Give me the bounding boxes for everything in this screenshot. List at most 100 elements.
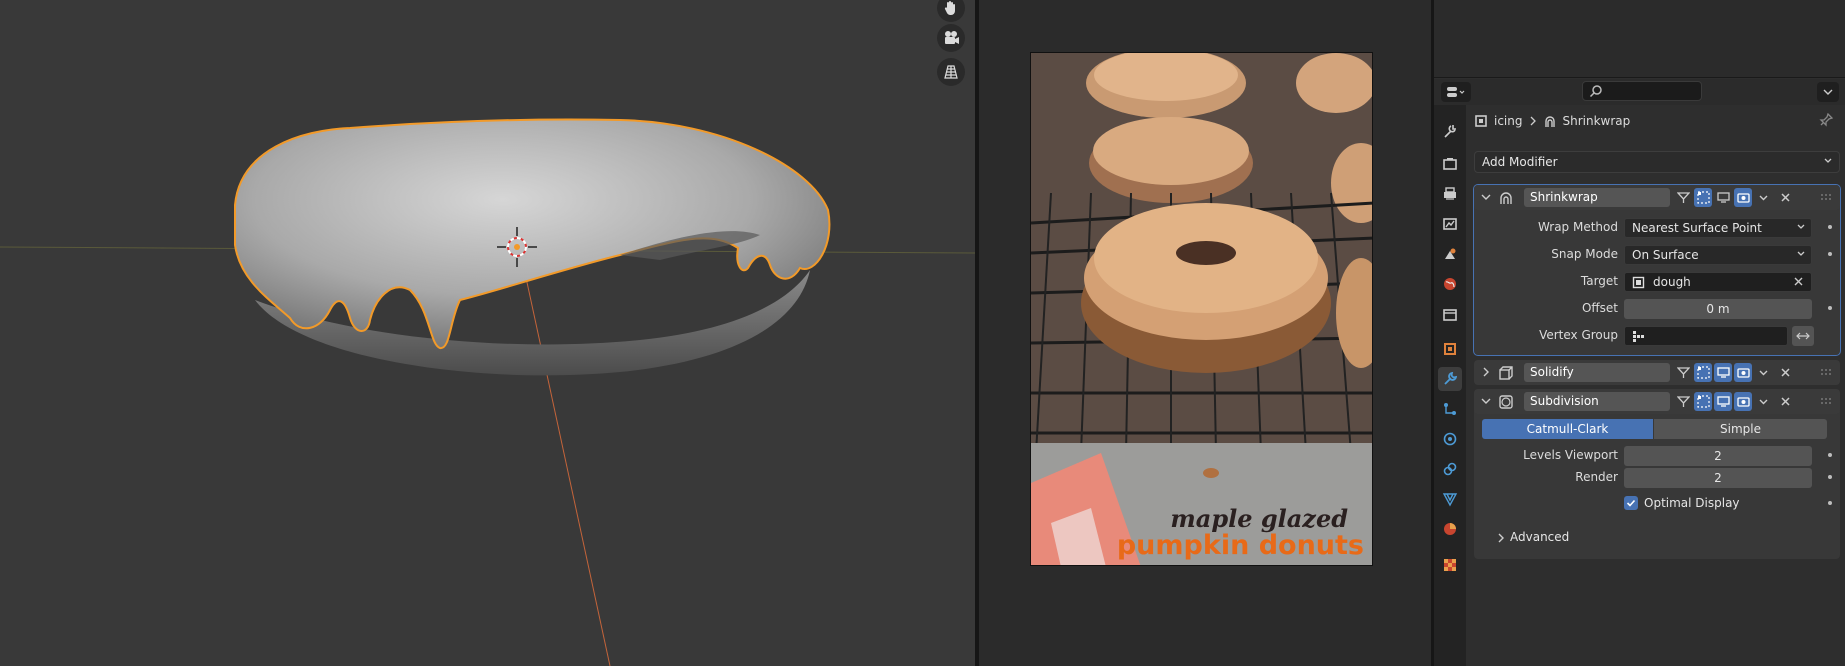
viewport-toggle[interactable] xyxy=(1714,188,1732,207)
constraints-icon[interactable] xyxy=(1438,457,1462,481)
filter-icon xyxy=(1676,367,1690,378)
keyframe-dot[interactable] xyxy=(1828,501,1832,505)
physics-icon[interactable] xyxy=(1438,427,1462,451)
simple-option[interactable]: Simple xyxy=(1654,419,1827,439)
edit-cage-toggle[interactable] xyxy=(1674,392,1692,411)
keyframe-dot[interactable] xyxy=(1828,475,1832,479)
keyframe-dot[interactable] xyxy=(1828,252,1832,256)
wrap-method-dropdown[interactable]: Nearest Surface Point xyxy=(1624,218,1812,238)
modifier-icon[interactable] xyxy=(1438,367,1462,391)
invert-vertex-group-button[interactable] xyxy=(1792,326,1814,346)
keyframe-dot[interactable] xyxy=(1828,453,1832,457)
arrows-left-right-icon xyxy=(1796,332,1810,340)
optimal-display-row: Optimal Display xyxy=(1474,493,1840,515)
remove-modifier-button[interactable] xyxy=(1776,363,1794,382)
viewport-toggle[interactable] xyxy=(1714,363,1732,382)
chevron-right-icon[interactable] xyxy=(1480,366,1492,378)
chevron-down-icon xyxy=(1759,370,1767,376)
render-toggle[interactable] xyxy=(1734,188,1752,207)
remove-modifier-button[interactable] xyxy=(1776,188,1794,207)
properties-editor[interactable]: icing Shrinkwrap Add Modifier Shrinkwrap xyxy=(1434,0,1845,666)
snap-mode-dropdown[interactable]: On Surface xyxy=(1624,245,1812,265)
properties-main: icing Shrinkwrap Add Modifier Shrinkwrap xyxy=(1470,105,1845,666)
viewport-toggle[interactable] xyxy=(1714,392,1732,411)
keyframe-dot[interactable] xyxy=(1828,225,1832,229)
data-icon[interactable] xyxy=(1438,487,1462,511)
filter-icon xyxy=(1676,192,1690,203)
breadcrumb-object: icing xyxy=(1494,114,1523,128)
keyframe-dot[interactable] xyxy=(1828,306,1832,310)
chevron-down-icon[interactable] xyxy=(1480,191,1492,203)
snap-mode-row: Snap Mode On Surface xyxy=(1474,244,1840,266)
remove-modifier-button[interactable] xyxy=(1776,392,1794,411)
editor-type-icon xyxy=(1447,87,1465,97)
edit-mode-icon xyxy=(1696,191,1710,204)
drag-handle-icon[interactable] xyxy=(1820,368,1832,378)
optimal-display-checkbox[interactable] xyxy=(1624,496,1638,510)
subdivision-name-field[interactable]: Subdivision xyxy=(1524,392,1670,411)
modifier-options-dropdown[interactable] xyxy=(1754,392,1772,411)
object-icon[interactable] xyxy=(1438,337,1462,361)
chevron-down-icon xyxy=(1759,399,1767,405)
texture-icon[interactable] xyxy=(1438,553,1462,577)
clear-icon[interactable] xyxy=(1793,276,1804,287)
edit-mode-toggle[interactable] xyxy=(1694,188,1712,207)
view-layer-icon[interactable] xyxy=(1438,212,1462,236)
edit-mode-toggle[interactable] xyxy=(1694,363,1712,382)
target-object-field[interactable]: dough xyxy=(1624,272,1812,292)
camera-view-icon[interactable] xyxy=(937,24,965,52)
particles-icon[interactable] xyxy=(1438,397,1462,421)
drag-handle-icon[interactable] xyxy=(1820,397,1832,407)
target-value: dough xyxy=(1653,275,1691,289)
subdivision-mode-row: Catmull-Clark Simple xyxy=(1474,419,1840,441)
shrinkwrap-name-field[interactable]: Shrinkwrap xyxy=(1524,188,1670,207)
properties-empty-area xyxy=(1434,0,1845,78)
reference-caption-line1: maple glazed xyxy=(1170,504,1348,533)
edit-cage-toggle[interactable] xyxy=(1674,363,1692,382)
render-toggle[interactable] xyxy=(1734,392,1752,411)
output-icon[interactable] xyxy=(1438,182,1462,206)
editor-type-button[interactable] xyxy=(1441,82,1471,102)
vertex-group-row: Vertex Group xyxy=(1474,325,1840,347)
camera-icon xyxy=(1736,397,1750,407)
chevron-down-icon xyxy=(1797,224,1805,229)
render-levels-field[interactable]: 2 xyxy=(1624,468,1812,488)
viewport-scene[interactable] xyxy=(0,0,975,666)
drag-handle-icon[interactable] xyxy=(1820,193,1832,203)
add-modifier-button[interactable]: Add Modifier xyxy=(1474,151,1840,173)
render-icon[interactable] xyxy=(1438,152,1462,176)
offset-field[interactable]: 0 m xyxy=(1624,299,1812,319)
material-icon[interactable] xyxy=(1438,517,1462,541)
levels-viewport-field[interactable]: 2 xyxy=(1624,446,1812,466)
render-levels-row: Render 2 xyxy=(1474,467,1840,489)
edit-mode-icon xyxy=(1696,395,1710,408)
catmull-clark-option[interactable]: Catmull-Clark xyxy=(1482,419,1653,439)
chevron-down-icon xyxy=(1823,89,1833,95)
modifier-options-dropdown[interactable] xyxy=(1754,188,1772,207)
edit-cage-toggle[interactable] xyxy=(1674,188,1692,207)
chevron-down-icon[interactable] xyxy=(1480,395,1492,407)
wrap-method-label: Wrap Method xyxy=(1537,220,1618,234)
solidify-icon xyxy=(1499,366,1513,380)
advanced-subpanel-row[interactable]: Advanced xyxy=(1474,527,1840,549)
vertex-group-field[interactable] xyxy=(1624,326,1788,346)
options-dropdown-button[interactable] xyxy=(1817,82,1839,102)
render-toggle[interactable] xyxy=(1734,363,1752,382)
modifier-options-dropdown[interactable] xyxy=(1754,363,1772,382)
3d-viewport[interactable] xyxy=(0,0,975,666)
solidify-name-field[interactable]: Solidify xyxy=(1524,363,1670,382)
world-icon[interactable] xyxy=(1438,272,1462,296)
edit-mode-toggle[interactable] xyxy=(1694,392,1712,411)
collection-icon[interactable] xyxy=(1438,302,1462,326)
scene-icon[interactable] xyxy=(1438,242,1462,266)
properties-search-input[interactable] xyxy=(1582,81,1702,101)
tool-icon[interactable] xyxy=(1438,119,1462,143)
image-editor[interactable]: maple glazed pumpkin donuts xyxy=(979,0,1431,666)
shrinkwrap-icon xyxy=(1544,116,1555,127)
pin-icon[interactable] xyxy=(1819,113,1833,127)
shrinkwrap-header: Shrinkwrap xyxy=(1474,185,1840,210)
orthographic-grid-icon[interactable] xyxy=(937,58,965,86)
close-icon xyxy=(1780,397,1790,406)
monitor-icon xyxy=(1716,192,1730,203)
y-axis-line xyxy=(519,249,611,666)
